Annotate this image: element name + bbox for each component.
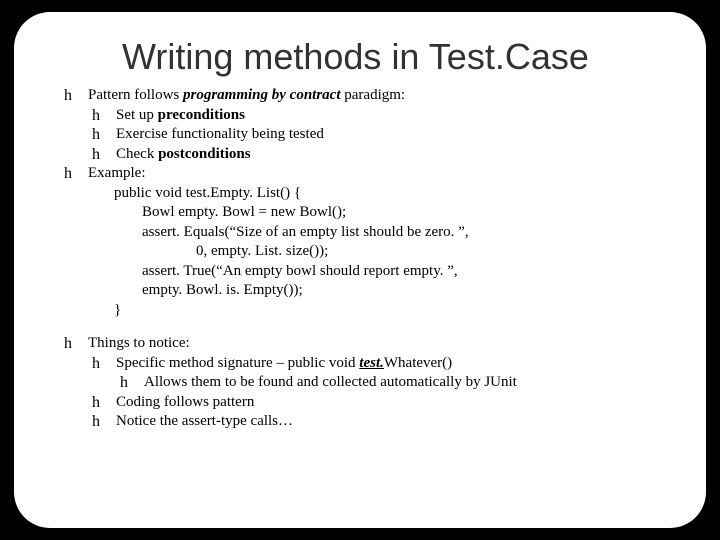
bullet-item: h Exercise functionality being tested bbox=[92, 125, 676, 145]
bullet-text: Specific method signature – public void … bbox=[116, 354, 676, 374]
text: Pattern follows bbox=[88, 87, 183, 103]
code-line: empty. Bowl. is. Empty()); bbox=[142, 281, 676, 301]
bullet-icon: h bbox=[120, 373, 144, 392]
bullet-icon: h bbox=[92, 354, 116, 373]
text: programming by contract bbox=[183, 87, 341, 103]
bullet-icon: h bbox=[92, 145, 116, 164]
bullet-text: Check postconditions bbox=[116, 145, 676, 165]
code-block: public void test.Empty. List() { Bowl em… bbox=[114, 184, 676, 321]
text: postconditions bbox=[158, 146, 251, 162]
text: Check bbox=[116, 146, 158, 162]
slide-title: Writing methods in Test.Case bbox=[122, 36, 676, 78]
code-line: assert. True(“An empty bowl should repor… bbox=[142, 262, 676, 282]
text: preconditions bbox=[158, 107, 245, 123]
bullet-text: Coding follows pattern bbox=[116, 393, 676, 413]
code-line: Bowl empty. Bowl = new Bowl(); bbox=[142, 203, 676, 223]
bullet-item: h Allows them to be found and collected … bbox=[120, 373, 676, 393]
text: Set up bbox=[116, 107, 158, 123]
bullet-icon: h bbox=[92, 393, 116, 412]
bullet-text: Example: bbox=[88, 164, 676, 184]
spacer bbox=[64, 320, 676, 334]
bullet-item: h Example: bbox=[64, 164, 676, 184]
bullet-text: Allows them to be found and collected au… bbox=[144, 373, 676, 393]
text: Whatever() bbox=[384, 355, 452, 371]
code-line: public void test.Empty. List() { bbox=[114, 184, 676, 204]
bullet-icon: h bbox=[92, 106, 116, 125]
text: paradigm: bbox=[341, 87, 406, 103]
bullet-item: h Things to notice: bbox=[64, 334, 676, 354]
bullet-item: h Coding follows pattern bbox=[92, 393, 676, 413]
bullet-icon: h bbox=[64, 164, 88, 183]
bullet-text: Things to notice: bbox=[88, 334, 676, 354]
bullet-text: Exercise functionality being tested bbox=[116, 125, 676, 145]
bullet-text: Set up preconditions bbox=[116, 106, 676, 126]
bullet-item: h Notice the assert-type calls… bbox=[92, 412, 676, 432]
bullet-item: h Pattern follows programming by contrac… bbox=[64, 86, 676, 106]
slide-content: h Pattern follows programming by contrac… bbox=[64, 86, 676, 432]
bullet-icon: h bbox=[92, 125, 116, 144]
bullet-icon: h bbox=[64, 86, 88, 105]
bullet-item: h Specific method signature – public voi… bbox=[92, 354, 676, 374]
code-line: assert. Equals(“Size of an empty list sh… bbox=[142, 223, 676, 243]
bullet-text: Notice the assert-type calls… bbox=[116, 412, 676, 432]
bullet-text: Pattern follows programming by contract … bbox=[88, 86, 676, 106]
bullet-icon: h bbox=[64, 334, 88, 353]
slide: Writing methods in Test.Case h Pattern f… bbox=[14, 12, 706, 528]
bullet-item: h Check postconditions bbox=[92, 145, 676, 165]
text: Specific method signature – public void bbox=[116, 355, 359, 371]
code-line: 0, empty. List. size()); bbox=[196, 242, 676, 262]
code-line: } bbox=[114, 301, 676, 321]
text: test. bbox=[359, 355, 384, 371]
bullet-icon: h bbox=[92, 412, 116, 431]
bullet-item: h Set up preconditions bbox=[92, 106, 676, 126]
